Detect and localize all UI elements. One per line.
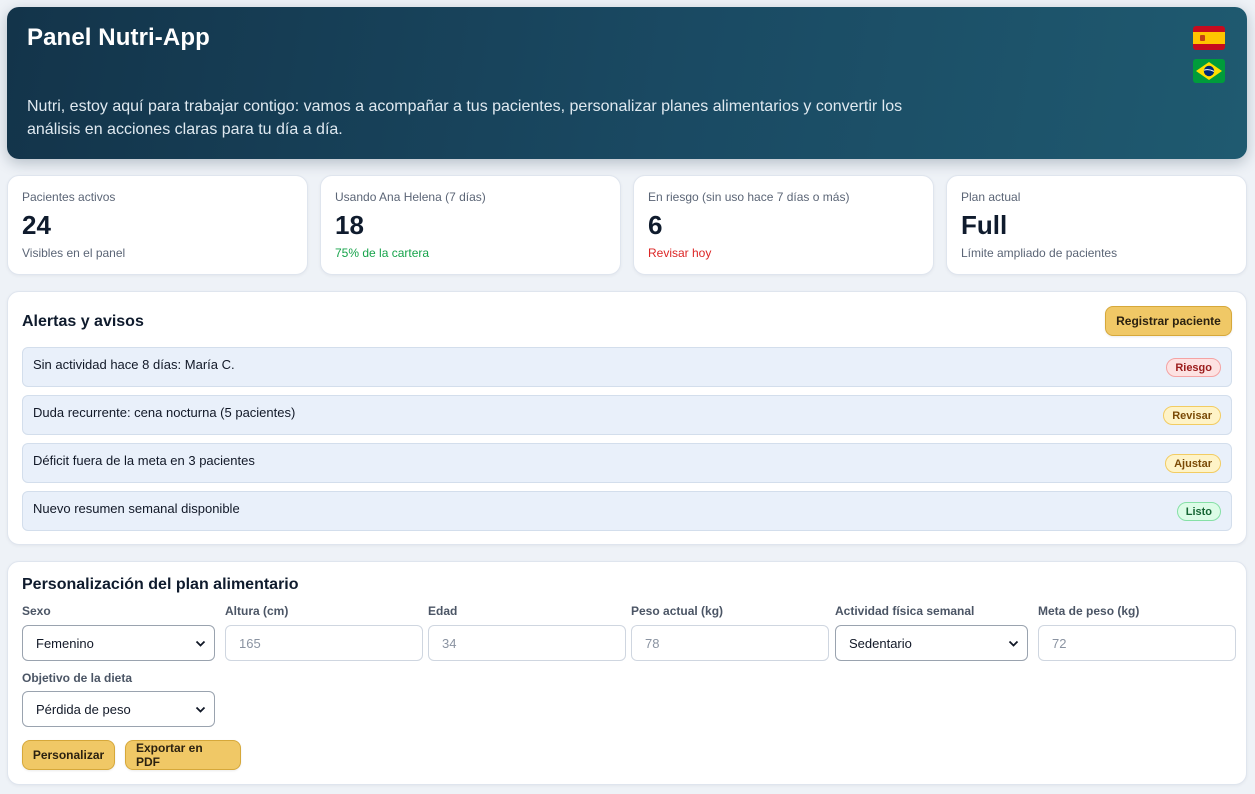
weight-placeholder: 78 — [645, 635, 660, 651]
stat-note: Visibles en el panel — [22, 246, 126, 260]
stat-card-active-patients: Pacientes activos 24 Visibles en el pane… — [7, 175, 308, 275]
alerts-title: Alertas y avisos — [22, 313, 144, 330]
alert-text: Nuevo resumen semanal disponible — [33, 501, 240, 516]
brazil-flag-icon[interactable] — [1191, 57, 1227, 85]
height-input[interactable]: 165 — [225, 625, 423, 661]
alerts-panel: Alertas y avisos Registrar paciente Sin … — [7, 291, 1247, 545]
height-label: Altura (cm) — [225, 604, 289, 618]
alert-text: Déficit fuera de la meta en 3 pacientes — [33, 453, 255, 468]
weight-label: Peso actual (kg) — [631, 604, 724, 618]
alert-item[interactable]: Duda recurrente: cena nocturna (5 pacien… — [22, 395, 1232, 435]
sex-select[interactable]: Femenino — [22, 625, 215, 661]
sex-select-value: Femenino — [36, 635, 94, 651]
chevron-down-icon — [195, 640, 206, 647]
stat-card-current-plan: Plan actual Full Límite ampliado de paci… — [946, 175, 1247, 275]
header-banner: Panel Nutri-App Nutri, estoy aquí para t… — [7, 7, 1247, 159]
spain-flag-icon[interactable] — [1191, 24, 1227, 52]
activity-select[interactable]: Sedentario — [835, 625, 1028, 661]
stat-value: 18 — [335, 210, 364, 240]
objective-select[interactable]: Pérdida de peso — [22, 691, 215, 727]
stat-value: 6 — [648, 210, 663, 240]
chevron-down-icon — [1008, 640, 1019, 647]
stat-card-using-ana-helena: Usando Ana Helena (7 días) 18 75% de la … — [320, 175, 621, 275]
status-badge: Ajustar — [1165, 454, 1221, 473]
objective-select-value: Pérdida de peso — [36, 701, 131, 717]
register-patient-button[interactable]: Registrar paciente — [1105, 306, 1232, 336]
stat-card-at-risk: En riesgo (sin uso hace 7 días o más) 6 … — [633, 175, 934, 275]
age-input[interactable]: 34 — [428, 625, 626, 661]
age-label: Edad — [428, 604, 458, 618]
activity-select-value: Sedentario — [849, 635, 912, 651]
stat-note: Límite ampliado de pacientes — [961, 246, 1118, 260]
intro-text: Nutri, estoy aquí para trabajar contigo:… — [27, 98, 903, 138]
export-pdf-button[interactable]: Exportar en PDF — [125, 740, 241, 770]
alert-item[interactable]: Sin actividad hace 8 días: María C. Ries… — [22, 347, 1232, 387]
alert-item[interactable]: Nuevo resumen semanal disponible Listo — [22, 491, 1232, 531]
goal-weight-placeholder: 72 — [1052, 635, 1067, 651]
stat-label: En riesgo (sin uso hace 7 días o más) — [648, 190, 850, 204]
sex-label: Sexo — [22, 604, 51, 618]
activity-label: Actividad física semanal — [835, 604, 975, 618]
objective-label: Objetivo de la dieta — [22, 671, 133, 685]
goal-weight-label: Meta de peso (kg) — [1038, 604, 1140, 618]
stat-value: 24 — [22, 210, 51, 240]
stat-note: Revisar hoy — [648, 246, 712, 260]
stat-label: Pacientes activos — [22, 190, 116, 204]
meal-plan-panel: Personalización del plan alimentario Sex… — [7, 561, 1247, 785]
personalize-button[interactable]: Personalizar — [22, 740, 115, 770]
stat-value: Full — [961, 210, 1008, 240]
height-placeholder: 165 — [239, 635, 261, 651]
alert-item[interactable]: Déficit fuera de la meta en 3 pacientes … — [22, 443, 1232, 483]
status-badge: Listo — [1176, 502, 1221, 521]
stat-note: 75% de la cartera — [335, 246, 430, 260]
weight-input[interactable]: 78 — [631, 625, 829, 661]
status-badge: Riesgo — [1166, 358, 1221, 377]
stat-label: Plan actual — [961, 190, 1021, 204]
chevron-down-icon — [195, 706, 206, 713]
alert-text: Duda recurrente: cena nocturna (5 pacien… — [33, 405, 296, 420]
alert-text: Sin actividad hace 8 días: María C. — [33, 357, 235, 372]
plan-title: Personalización del plan alimentario — [22, 576, 299, 593]
status-badge: Revisar — [1163, 406, 1221, 425]
goal-weight-input[interactable]: 72 — [1038, 625, 1236, 661]
age-placeholder: 34 — [442, 635, 457, 651]
page-title: Panel Nutri-App — [27, 24, 210, 51]
stat-label: Usando Ana Helena (7 días) — [335, 190, 486, 204]
